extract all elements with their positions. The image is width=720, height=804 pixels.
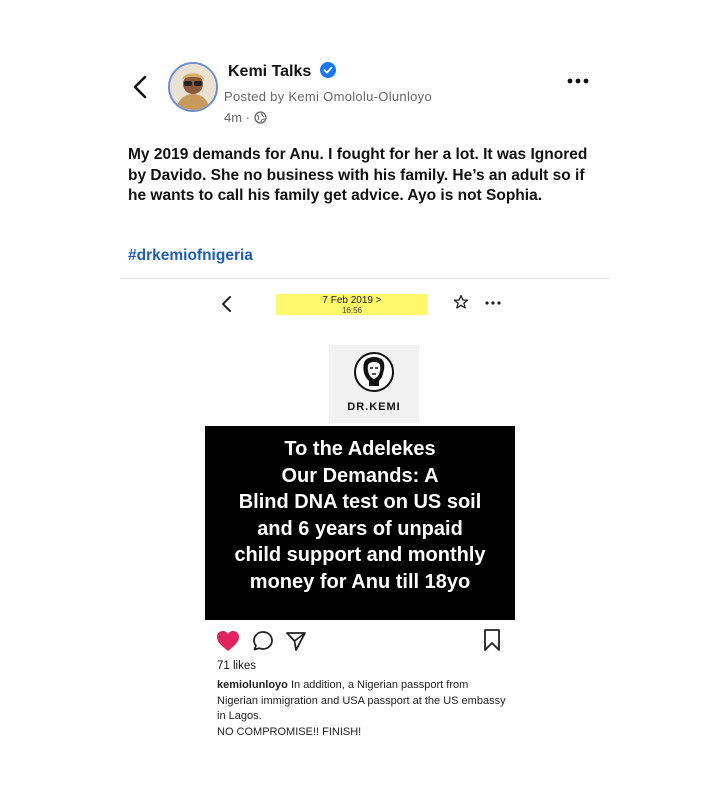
demands-line: Our Demands: A [281, 464, 439, 487]
share-icon [286, 632, 306, 651]
author-name[interactable]: Kemi Talks [228, 62, 336, 81]
logo-text: DR.KEMI [347, 401, 401, 413]
demands-line: money for Anu till 18yo [249, 570, 471, 593]
divider [120, 278, 610, 279]
likes-count: 71 likes [217, 660, 256, 672]
woman-silhouette-icon [354, 352, 394, 392]
date-highlight: 7 Feb 2019 > 16:56 [276, 294, 428, 315]
profile-photo-icon [170, 64, 216, 110]
date-label: 7 Feb 2019 > [322, 295, 382, 306]
demands-line: and 6 years of unpaid [257, 517, 463, 540]
bookmark-icon [484, 629, 500, 651]
demands-line: Blind DNA test on US soil [238, 491, 482, 513]
heart-icon [217, 631, 239, 651]
demands-line: child support and monthly [234, 544, 486, 566]
caption-line2: NO COMPROMISE!! FINISH! [217, 725, 362, 738]
avatar[interactable] [168, 62, 218, 112]
caption-username: kemiolunloyo [217, 679, 288, 691]
back-arrow-icon [222, 296, 231, 312]
demands-line: To the Adelekes [284, 438, 436, 460]
post-text: My 2019 demands for Anu. I fought for he… [128, 146, 588, 204]
verified-badge-icon [319, 62, 336, 78]
posted-by-label: Posted by Kemi Omololu-Olunloyo [224, 89, 433, 104]
hashtag-link[interactable]: #drkemiofnigeria [128, 247, 253, 265]
back-arrow-icon[interactable] [130, 72, 152, 102]
more-options-icon[interactable] [566, 74, 590, 88]
post-time-text: 4m · [224, 110, 250, 125]
demands-image: To the Adelekes Our Demands: A Blind DNA… [205, 426, 515, 620]
dr-kemi-logo: DR.KEMI [329, 345, 419, 423]
time-label: 16:56 [341, 306, 363, 315]
caption: kemiolunloyo In addition, a Nigerian pas… [217, 678, 507, 740]
more-options-icon [485, 301, 501, 305]
comment-icon [253, 631, 273, 651]
demands-text: To the Adelekes Our Demands: A Blind DNA… [205, 436, 515, 595]
globe-icon [253, 111, 267, 124]
post-time: 4m · [224, 110, 267, 125]
star-icon [453, 294, 469, 309]
author-name-text[interactable]: Kemi Talks [228, 63, 311, 80]
